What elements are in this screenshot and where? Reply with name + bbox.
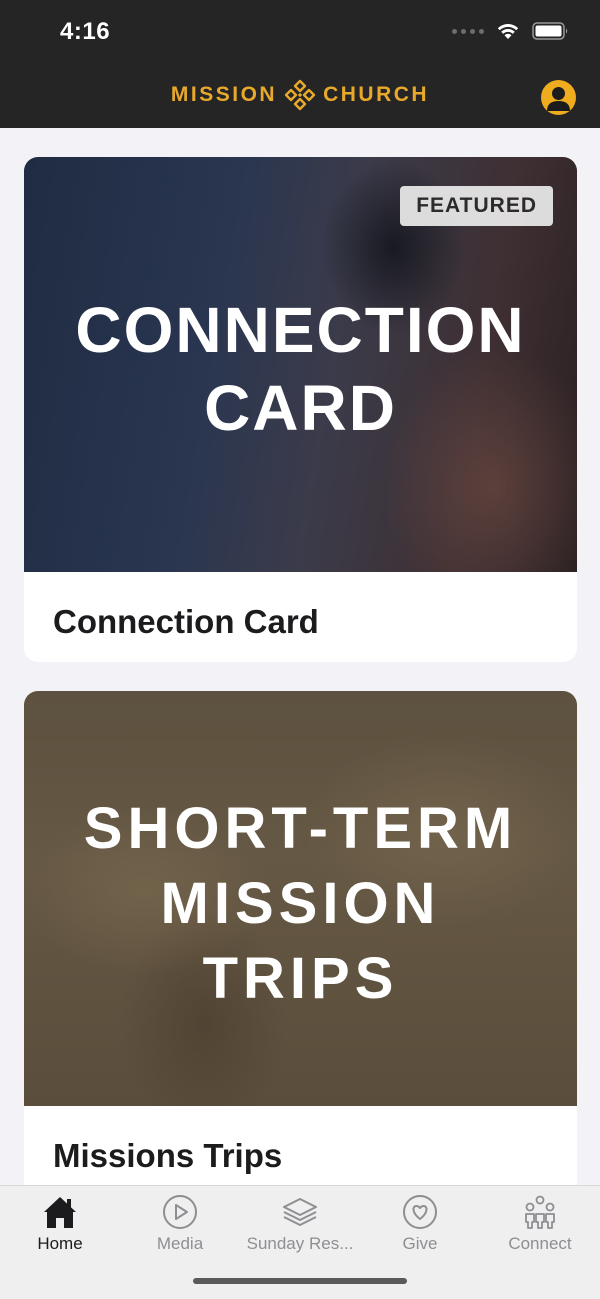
battery-icon: [532, 22, 568, 40]
tab-connect[interactable]: Connect: [480, 1186, 600, 1266]
tab-give[interactable]: Give: [360, 1186, 480, 1266]
image-caption: CONNECTION CARD: [75, 294, 526, 444]
heart-circle-icon: [403, 1195, 437, 1229]
layers-icon: [283, 1198, 317, 1226]
person-circle-icon: [547, 87, 570, 111]
missions-trips-tile[interactable]: SHORT-TERM MISSION TRIPS Missions Trips: [24, 691, 577, 1186]
brand-word-right: CHURCH: [323, 83, 430, 106]
tab-label: Media: [156, 1234, 204, 1253]
home-feed[interactable]: CONNECTION CARD FEATURED Connection Card…: [0, 128, 600, 1186]
connection-card-tile[interactable]: CONNECTION CARD FEATURED Connection Card: [24, 157, 577, 662]
profile-button[interactable]: [541, 80, 576, 115]
missions-trips-image: SHORT-TERM MISSION TRIPS: [24, 691, 577, 1106]
wifi-icon: [497, 23, 519, 39]
brand-word-left: MISSION: [170, 83, 278, 106]
cellular-signal-icon: [452, 28, 484, 34]
card-title: Missions Trips: [53, 1137, 283, 1174]
status-indicators: [452, 22, 570, 40]
play-circle-icon: [163, 1195, 197, 1229]
home-indicator[interactable]: [193, 1278, 407, 1284]
featured-badge: FEATURED: [400, 186, 553, 226]
tab-label: Give: [402, 1234, 438, 1253]
cross-emblem-icon: [284, 79, 316, 111]
tab-label: Home: [37, 1234, 83, 1253]
status-time: 4:16: [60, 18, 111, 45]
card-title: Connection Card: [53, 603, 319, 640]
tab-sunday-resources[interactable]: Sunday Res...: [240, 1186, 360, 1266]
house-icon: [44, 1197, 76, 1228]
tab-media[interactable]: Media: [120, 1186, 240, 1266]
tab-home[interactable]: Home: [0, 1186, 120, 1266]
connection-card-image: CONNECTION CARD FEATURED: [24, 157, 577, 572]
people-icon: [525, 1195, 555, 1229]
tab-label: Sunday Res...: [246, 1234, 354, 1253]
tab-label: Connect: [508, 1234, 572, 1253]
app-screen: 4:16 MISSION CHURCH CONNECTION CARD FEAT…: [0, 0, 600, 1299]
image-caption: SHORT-TERM MISSION TRIPS: [83, 796, 518, 1011]
app-header: 4:16 MISSION CHURCH: [0, 0, 600, 128]
church-logo: MISSION CHURCH: [0, 78, 600, 112]
